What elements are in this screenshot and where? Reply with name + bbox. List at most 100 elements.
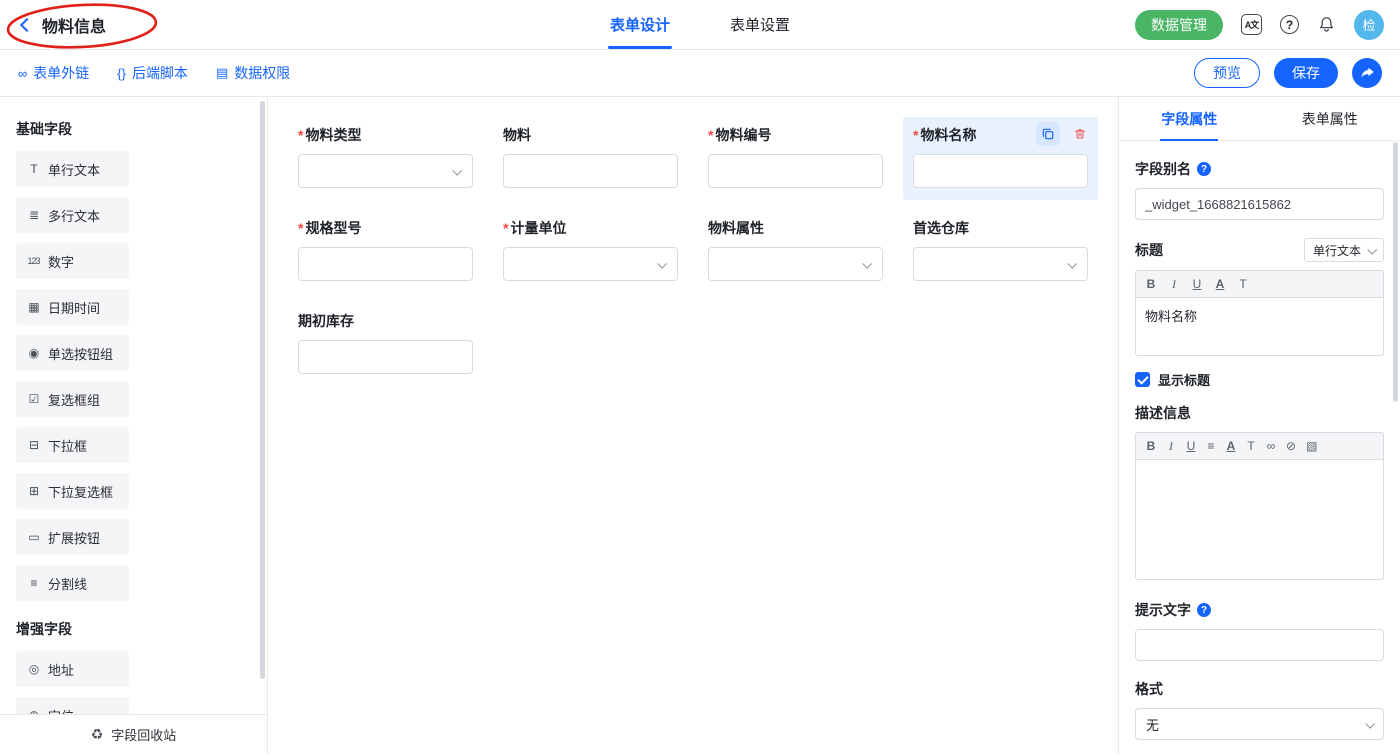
material-code-input[interactable] bbox=[708, 154, 883, 188]
description-editor-toolbar: B I U ≡ A T ∞ ⊘ ▧ bbox=[1135, 432, 1384, 460]
chevron-down-icon bbox=[1067, 258, 1077, 268]
chevron-down-icon bbox=[452, 165, 462, 175]
title-content-editor[interactable]: 物料名称 bbox=[1135, 298, 1384, 356]
sidebar-item-label: 单行文本 bbox=[48, 160, 100, 179]
duplicate-field-button[interactable] bbox=[1036, 122, 1060, 146]
bold-icon[interactable]: B bbox=[1146, 277, 1156, 291]
form-field-preferred-warehouse[interactable]: 首选仓库 bbox=[903, 210, 1098, 293]
preferred-warehouse-select[interactable] bbox=[913, 247, 1088, 281]
link-icon[interactable]: ∞ bbox=[1266, 439, 1276, 453]
window-scrollbar[interactable] bbox=[1393, 142, 1398, 402]
sidebar-item-label: 扩展按钮 bbox=[48, 528, 100, 547]
sidebar-item-divider[interactable]: ≡分割线 bbox=[16, 565, 129, 601]
material-attr-select[interactable] bbox=[708, 247, 883, 281]
sidebar-item-address[interactable]: ◎地址 bbox=[16, 651, 129, 687]
spec-model-input[interactable] bbox=[298, 247, 473, 281]
header: 物料信息 表单设计 表单设置 数据管理 A文 ? 检 bbox=[0, 0, 1400, 50]
list-icon[interactable]: ≡ bbox=[1206, 439, 1216, 453]
form-field-material[interactable]: 物料 bbox=[493, 117, 688, 200]
description-content-editor[interactable] bbox=[1135, 460, 1384, 580]
header-tabs: 表单设计 表单设置 bbox=[610, 0, 790, 49]
format-value: 无 bbox=[1146, 715, 1159, 734]
help-icon[interactable]: ? bbox=[1280, 15, 1299, 34]
delete-field-button[interactable] bbox=[1068, 122, 1092, 146]
material-name-input[interactable] bbox=[913, 154, 1088, 188]
insert-image-icon[interactable]: ▧ bbox=[1306, 439, 1317, 453]
tab-form-settings[interactable]: 表单设置 bbox=[730, 0, 790, 49]
sidebar-item-dropdown-multi[interactable]: ⊞下拉复选框 bbox=[16, 473, 129, 509]
data-permission-link[interactable]: ▤ 数据权限 bbox=[216, 63, 290, 83]
preview-button[interactable]: 预览 bbox=[1194, 58, 1260, 88]
field-palette-sidebar: 基础字段 T单行文本 ≣多行文本 123数字 ▦日期时间 ◉单选按钮组 ☑复选框… bbox=[0, 97, 268, 754]
sidebar-item-label: 下拉框 bbox=[48, 436, 87, 455]
avatar[interactable]: 检 bbox=[1354, 10, 1384, 40]
field-type-select[interactable]: 单行文本 bbox=[1304, 238, 1384, 262]
form-designer-page: 物料信息 表单设计 表单设置 数据管理 A文 ? 检 ∞ 表单外链 {} bbox=[0, 0, 1400, 755]
unit-select[interactable] bbox=[503, 247, 678, 281]
font-color-icon[interactable]: A bbox=[1226, 439, 1236, 453]
form-field-opening-stock[interactable]: 期初库存 bbox=[288, 303, 483, 386]
underline-icon[interactable]: U bbox=[1186, 439, 1196, 453]
back-icon[interactable] bbox=[20, 17, 34, 31]
sidebar-item-checkbox-group[interactable]: ☑复选框组 bbox=[16, 381, 129, 417]
chevron-down-icon bbox=[862, 258, 872, 268]
material-input[interactable] bbox=[503, 154, 678, 188]
field-label: 首选仓库 bbox=[913, 218, 1088, 237]
italic-icon[interactable]: I bbox=[1169, 277, 1179, 292]
save-button[interactable]: 保存 bbox=[1274, 58, 1338, 88]
backend-script-link[interactable]: {} 后端脚本 bbox=[117, 63, 188, 83]
tab-form-design[interactable]: 表单设计 bbox=[610, 0, 670, 49]
sidebar-item-extend-button[interactable]: ▭扩展按钮 bbox=[16, 519, 129, 555]
field-label: 物料类型 bbox=[298, 125, 473, 144]
sidebar-item-multi-line-text[interactable]: ≣多行文本 bbox=[16, 197, 129, 233]
hint-label: 提示文字 ? bbox=[1135, 600, 1384, 620]
font-size-icon[interactable]: T bbox=[1246, 439, 1256, 453]
copy-icon bbox=[1041, 127, 1055, 141]
italic-icon[interactable]: I bbox=[1166, 439, 1176, 454]
tab-form-properties[interactable]: 表单属性 bbox=[1260, 97, 1400, 140]
field-alias-input[interactable] bbox=[1135, 188, 1384, 220]
sidebar-item-datetime[interactable]: ▦日期时间 bbox=[16, 289, 129, 325]
notification-bell-icon[interactable] bbox=[1317, 15, 1336, 34]
share-icon bbox=[1360, 66, 1375, 81]
form-field-material-attr[interactable]: 物料属性 bbox=[698, 210, 893, 293]
tab-field-properties[interactable]: 字段属性 bbox=[1119, 97, 1260, 140]
bold-icon[interactable]: B bbox=[1146, 439, 1156, 453]
sidebar-item-dropdown[interactable]: ⊟下拉框 bbox=[16, 427, 129, 463]
sidebar-item-number[interactable]: 123数字 bbox=[16, 243, 129, 279]
field-recycle-bin[interactable]: ♻ 字段回收站 bbox=[0, 714, 267, 754]
form-field-unit[interactable]: 计量单位 bbox=[493, 210, 688, 293]
help-question-icon[interactable]: ? bbox=[1197, 162, 1211, 176]
help-question-icon[interactable]: ? bbox=[1197, 603, 1211, 617]
form-field-material-type[interactable]: 物料类型 bbox=[288, 117, 483, 200]
sidebar-scrollbar[interactable] bbox=[260, 101, 265, 679]
material-type-select[interactable] bbox=[298, 154, 473, 188]
format-label: 格式 bbox=[1135, 679, 1384, 699]
form-field-spec-model[interactable]: 规格型号 bbox=[288, 210, 483, 293]
format-select[interactable]: 无 bbox=[1135, 708, 1384, 740]
sub-toolbar-actions: 预览 保存 bbox=[1194, 58, 1382, 88]
title-editor-toolbar: B I U A T bbox=[1135, 270, 1384, 298]
data-manage-button[interactable]: 数据管理 bbox=[1135, 10, 1223, 40]
sidebar-item-radio-group[interactable]: ◉单选按钮组 bbox=[16, 335, 129, 371]
field-label: 计量单位 bbox=[503, 218, 678, 237]
form-field-material-name[interactable]: 物料名称 bbox=[903, 117, 1098, 200]
font-color-icon[interactable]: A bbox=[1215, 277, 1225, 291]
field-label: 规格型号 bbox=[298, 218, 473, 237]
sub-toolbar: ∞ 表单外链 {} 后端脚本 ▤ 数据权限 预览 保存 bbox=[0, 50, 1400, 97]
show-title-checkbox[interactable] bbox=[1135, 372, 1150, 387]
sidebar-item-label: 单选按钮组 bbox=[48, 344, 113, 363]
sidebar-item-single-line-text[interactable]: T单行文本 bbox=[16, 151, 129, 187]
underline-icon[interactable]: U bbox=[1192, 277, 1202, 291]
field-label: 物料 bbox=[503, 125, 678, 144]
form-field-material-code[interactable]: 物料编号 bbox=[698, 117, 893, 200]
share-button[interactable] bbox=[1352, 58, 1382, 88]
opening-stock-input[interactable] bbox=[298, 340, 473, 374]
font-size-icon[interactable]: T bbox=[1238, 277, 1248, 291]
unlink-icon[interactable]: ⊘ bbox=[1286, 439, 1296, 453]
language-icon[interactable]: A文 bbox=[1241, 14, 1262, 35]
sidebar-item-label: 分割线 bbox=[48, 574, 87, 593]
hint-input[interactable] bbox=[1135, 629, 1384, 661]
form-external-link[interactable]: ∞ 表单外链 bbox=[18, 63, 89, 83]
header-left: 物料信息 bbox=[16, 13, 106, 37]
